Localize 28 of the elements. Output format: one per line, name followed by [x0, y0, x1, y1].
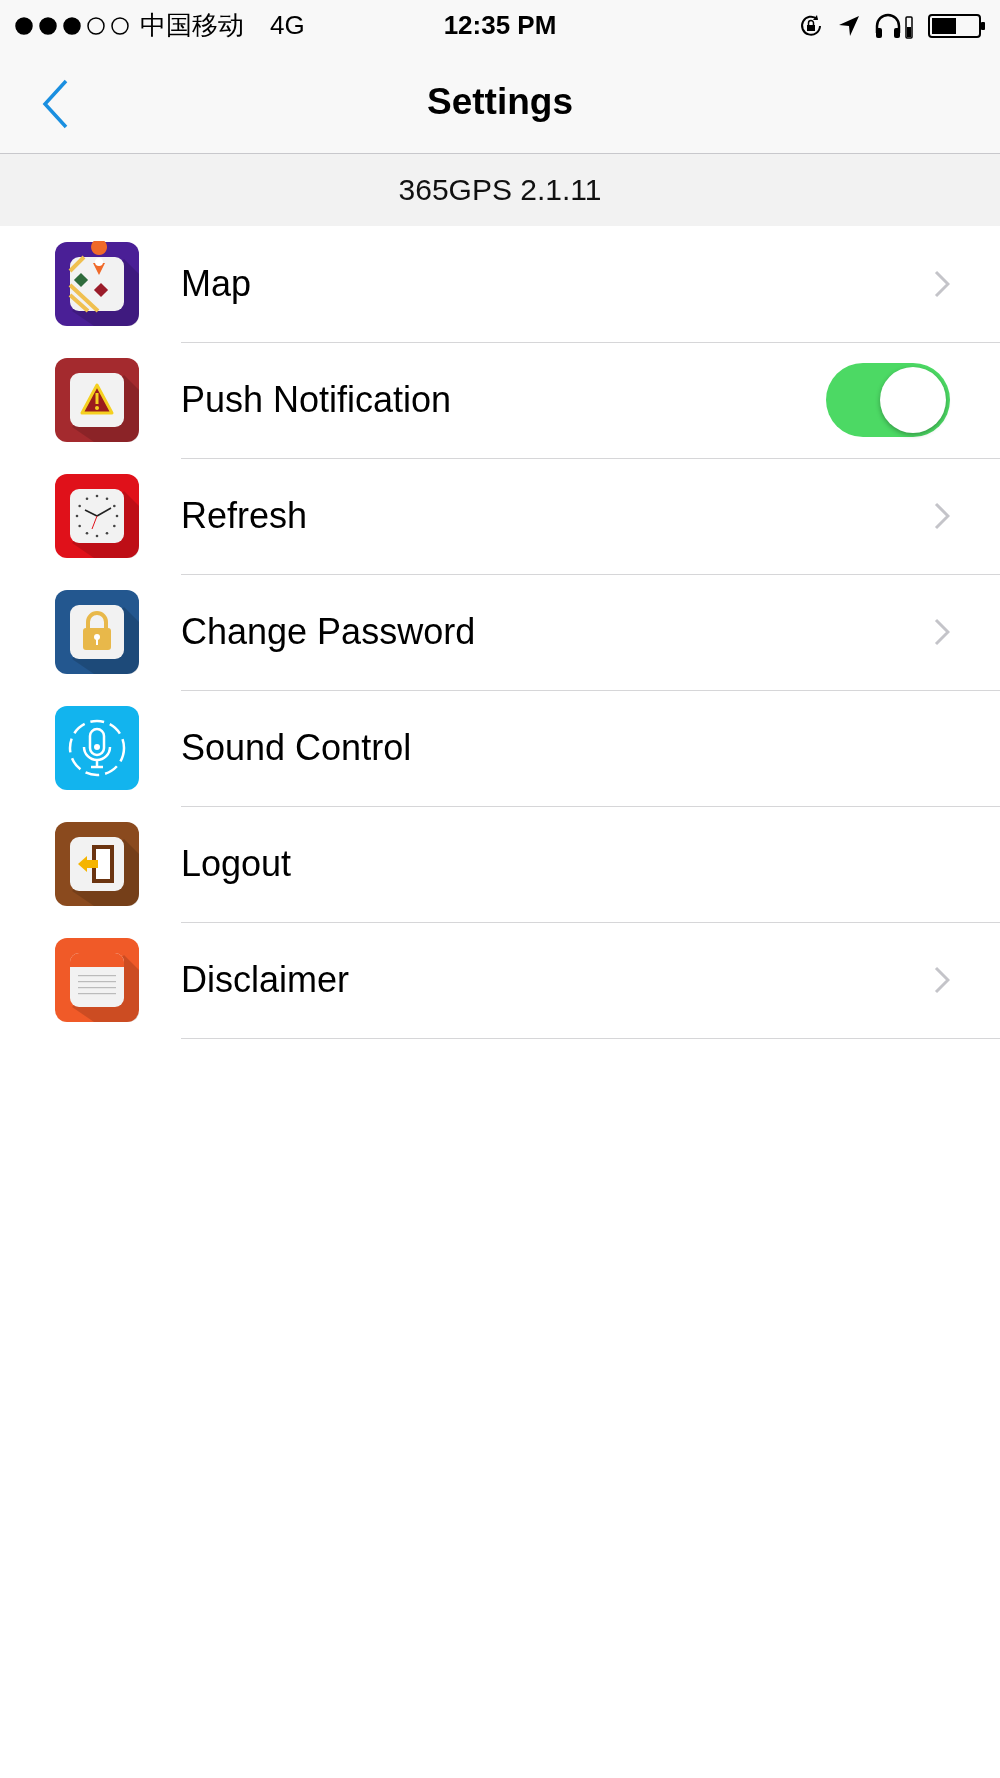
chevron-right-icon [934, 617, 950, 646]
settings-item[interactable]: Disclaimer [181, 958, 934, 1001]
headphones-icon [874, 12, 914, 39]
chevron-right-icon [934, 965, 950, 994]
chevron-right-icon [934, 269, 950, 298]
settings-item[interactable]: Push Notification [181, 378, 826, 421]
settings-item[interactable]: Change Password [181, 610, 934, 653]
signal-icon [14, 15, 132, 36]
clock-time: 12:35 PM [443, 10, 557, 41]
app-icon [54, 241, 140, 327]
screen-title: Settings [427, 81, 573, 123]
app-icon [54, 937, 140, 1023]
app-icon [54, 473, 140, 559]
settings-item[interactable]: Map [181, 262, 934, 305]
location-arrow-icon [838, 14, 860, 37]
chevron-right-icon [934, 501, 950, 530]
settings-item[interactable]: Sound Control [181, 726, 950, 769]
app-icon [54, 589, 140, 675]
app-icon [54, 357, 140, 443]
settings-item[interactable]: Refresh [181, 494, 934, 537]
settings-item[interactable]: Logout [181, 842, 950, 885]
version-text: 365GPS 2.1.11 [0, 154, 1000, 226]
app-icon [54, 705, 140, 791]
battery-icon [928, 13, 986, 38]
chevron-left-icon [42, 79, 68, 129]
carrier-name: 中国移动 [140, 9, 244, 42]
app-icon [54, 821, 140, 907]
network-type: 4G [270, 10, 305, 41]
